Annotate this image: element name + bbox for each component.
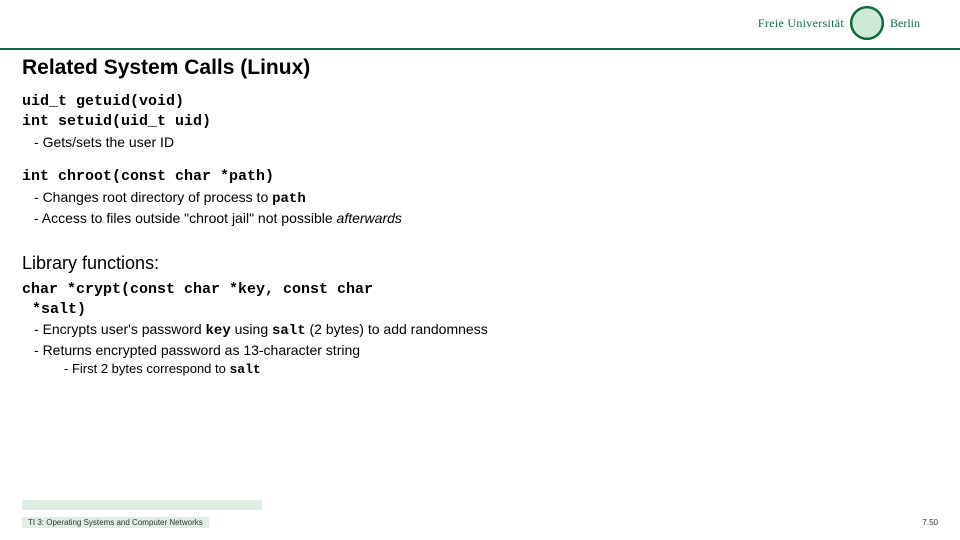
slide-title: Related System Calls (Linux): [22, 56, 310, 80]
text: Encrypts user's password: [43, 321, 206, 337]
university-seal-icon: [850, 6, 884, 40]
code-chroot: int chroot(const char *path): [22, 167, 938, 187]
library-functions-heading: Library functions:: [22, 251, 938, 275]
emph-afterwards: afterwards: [337, 210, 402, 226]
code-salt: salt: [272, 323, 306, 339]
brand-text-left: Freie Universität: [758, 16, 844, 31]
code-getuid: uid_t getuid(void): [22, 92, 938, 112]
code-setuid: int setuid(uid_t uid): [22, 112, 938, 132]
code-key: key: [206, 323, 231, 339]
bullet-crypt-2: Returns encrypted password as 13-charact…: [28, 341, 938, 360]
footer-accent-bar: [22, 500, 262, 510]
footer-course-title: TI 3: Operating Systems and Computer Net…: [22, 517, 209, 528]
text: Access to files outside "chroot jail" no…: [42, 210, 337, 226]
bullet-chroot-1: Changes root directory of process to pat…: [28, 188, 938, 209]
sub-bullet-salt: First 2 bytes correspond to salt: [58, 360, 938, 379]
text: (2 bytes) to add randomness: [306, 321, 488, 337]
header-divider: [0, 48, 960, 50]
footer: TI 3: Operating Systems and Computer Net…: [0, 517, 960, 528]
brand-text-right: Berlin: [890, 16, 920, 31]
bullet-crypt-1: Encrypts user's password key using salt …: [28, 320, 938, 341]
footer-page-number: 7.50: [922, 518, 938, 527]
code-crypt-l1: char *crypt(const char *key, const char: [22, 280, 938, 300]
text: using: [231, 321, 272, 337]
header-logo: Freie Universität Berlin: [758, 6, 920, 40]
code-path: path: [272, 191, 306, 207]
code-salt2: salt: [229, 362, 260, 377]
bullet-getset-uid: Gets/sets the user ID: [28, 133, 938, 152]
bullet-chroot-2: Access to files outside "chroot jail" no…: [28, 209, 938, 228]
text: First 2 bytes correspond to: [72, 361, 230, 376]
text: Changes root directory of process to: [43, 189, 273, 205]
code-crypt-l2: *salt): [22, 300, 938, 320]
slide: Freie Universität Berlin Related System …: [0, 0, 960, 540]
slide-content: uid_t getuid(void) int setuid(uid_t uid)…: [22, 92, 938, 379]
